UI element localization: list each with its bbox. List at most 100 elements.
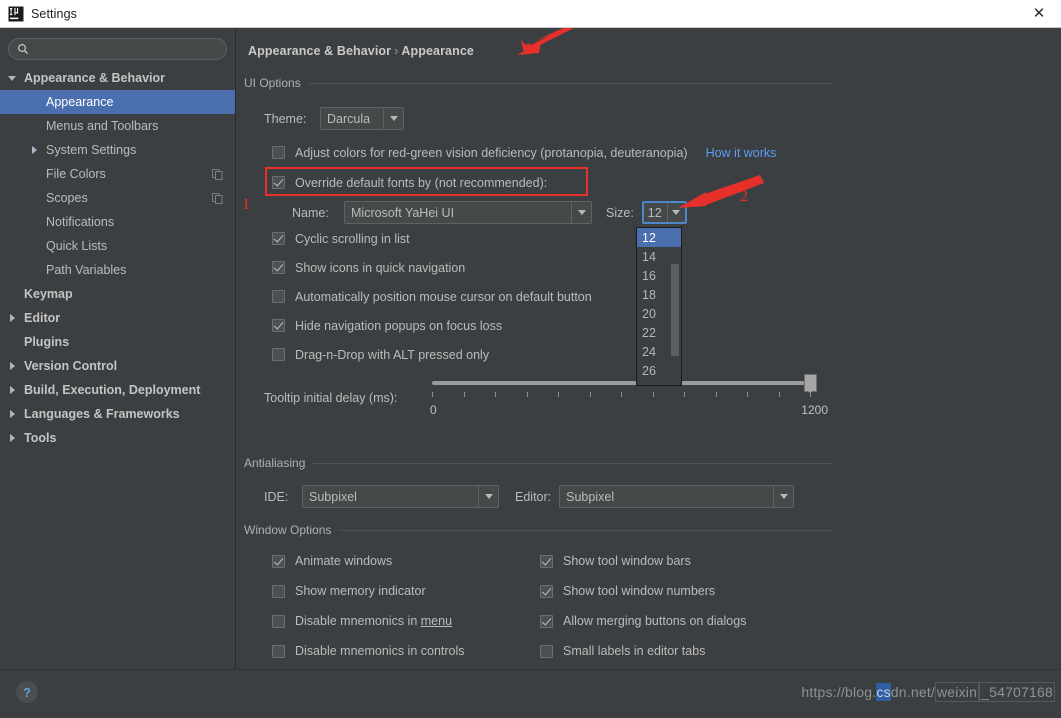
- window-options-title-label: Window Options: [244, 523, 332, 537]
- option-animate-windows[interactable]: Animate windows: [272, 546, 465, 576]
- dialog-footer: ? https://blog.csdn.net/weixin _54707168: [0, 669, 1061, 718]
- option-show-icons-in-quick-navigation[interactable]: Show icons in quick navigation: [272, 253, 592, 282]
- slider-knob[interactable]: [804, 374, 817, 393]
- sidebar-item-label: Scopes: [46, 191, 88, 205]
- option-hide-navigation-popups-on-focus-loss-label: Hide navigation popups on focus loss: [295, 318, 503, 333]
- option-hide-navigation-popups-on-focus-loss-checkbox[interactable]: [272, 319, 285, 332]
- sidebar-item-keymap[interactable]: Keymap: [0, 282, 235, 306]
- annotation-marker-2: 2: [740, 188, 748, 205]
- chevron-right-icon[interactable]: [6, 360, 19, 373]
- chevron-right-icon[interactable]: [6, 408, 19, 421]
- dialog-content: Appearance & Behavior Appearance Menus and…: [0, 28, 1061, 669]
- adjust-colors-checkbox[interactable]: [272, 146, 285, 159]
- chevron-down-icon[interactable]: [383, 108, 403, 129]
- sidebar-item-path-variables[interactable]: Path Variables: [0, 258, 235, 282]
- option-small-labels-in-editor-tabs-checkbox[interactable]: [540, 644, 553, 658]
- chevron-down-icon[interactable]: [478, 486, 498, 507]
- window-options-title: Window Options: [244, 523, 832, 537]
- option-disable-mnemonics-in-menu-checkbox[interactable]: [272, 614, 285, 628]
- tooltip-delay-slider[interactable]: 0 1200: [430, 373, 828, 417]
- sidebar-item-editor[interactable]: Editor: [0, 306, 235, 330]
- theme-combobox[interactable]: Darcula: [320, 107, 404, 130]
- copy-icon[interactable]: [212, 168, 223, 180]
- sidebar-item-system-settings[interactable]: System Settings: [0, 138, 235, 162]
- font-size-label: Size:: [606, 205, 634, 220]
- slider-tick: [652, 392, 654, 397]
- option-hide-navigation-popups-on-focus-loss[interactable]: Hide navigation popups on focus loss: [272, 311, 592, 340]
- sidebar-item-tools[interactable]: Tools: [0, 426, 235, 450]
- option-disable-mnemonics-in-menu[interactable]: Disable mnemonics in menu: [272, 606, 465, 636]
- font-size-combobox[interactable]: 12: [641, 201, 687, 224]
- antialiasing-ide-combobox[interactable]: Subpixel: [302, 485, 499, 508]
- option-disable-mnemonics-in-controls-label: Disable mnemonics in controls: [295, 644, 465, 658]
- sidebar-item-quick-lists[interactable]: Quick Lists: [0, 234, 235, 258]
- sidebar-item-scopes[interactable]: Scopes: [0, 186, 235, 210]
- font-size-option-26[interactable]: 26: [637, 361, 681, 380]
- how-it-works-link[interactable]: How it works: [706, 146, 777, 160]
- chevron-down-icon[interactable]: [773, 486, 793, 507]
- sidebar-item-appearance-behavior[interactable]: Appearance & Behavior: [0, 66, 235, 90]
- option-cyclic-scrolling-in-list-checkbox[interactable]: [272, 232, 285, 245]
- option-automatically-position-mouse-cursor-on-default-button-checkbox[interactable]: [272, 290, 285, 303]
- adjust-colors-row[interactable]: Adjust colors for red-green vision defic…: [272, 138, 776, 167]
- sidebar-item-appearance[interactable]: Appearance: [0, 90, 235, 114]
- option-disable-mnemonics-in-controls-checkbox[interactable]: [272, 644, 285, 658]
- chevron-right-icon[interactable]: [6, 432, 19, 445]
- popup-scrollbar-thumb[interactable]: [671, 264, 679, 356]
- sidebar-item-plugins[interactable]: Plugins: [0, 330, 235, 354]
- option-show-icons-in-quick-navigation-checkbox[interactable]: [272, 261, 285, 274]
- option-show-tool-window-bars[interactable]: Show tool window bars: [540, 546, 746, 576]
- option-allow-merging-buttons-on-dialogs[interactable]: Allow merging buttons on dialogs: [540, 606, 746, 636]
- slider-max-label: 1200: [801, 403, 828, 417]
- override-fonts-row[interactable]: Override default fonts by (not recommend…: [272, 168, 547, 197]
- font-name-combobox[interactable]: Microsoft YaHei UI: [344, 201, 592, 224]
- sidebar-item-build-execution-deployment[interactable]: Build, Execution, Deployment: [0, 378, 235, 402]
- chevron-right-icon[interactable]: [6, 312, 19, 325]
- option-animate-windows-checkbox[interactable]: [272, 554, 285, 568]
- slider-track[interactable]: [432, 381, 814, 385]
- option-cyclic-scrolling-in-list[interactable]: Cyclic scrolling in list: [272, 224, 592, 253]
- sidebar-item-notifications[interactable]: Notifications: [0, 210, 235, 234]
- sidebar-item-label: Languages & Frameworks: [24, 407, 180, 421]
- font-size-dropdown-popup[interactable]: 12 14 16 18 20 22 24 26: [636, 227, 682, 386]
- option-show-tool-window-numbers[interactable]: Show tool window numbers: [540, 576, 746, 606]
- slider-tick: [526, 392, 528, 397]
- option-show-tool-window-numbers-checkbox[interactable]: [540, 584, 553, 598]
- sidebar-item-file-colors[interactable]: File Colors: [0, 162, 235, 186]
- settings-sidebar: Appearance & Behavior Appearance Menus and…: [0, 28, 236, 669]
- sidebar-item-version-control[interactable]: Version Control: [0, 354, 235, 378]
- sidebar-item-menus-and-toolbars[interactable]: Menus and Toolbars: [0, 114, 235, 138]
- option-show-tool-window-bars-checkbox[interactable]: [540, 554, 553, 568]
- chevron-down-icon[interactable]: [6, 72, 19, 85]
- slider-tick: [715, 392, 717, 397]
- font-size-option-12[interactable]: 12: [637, 228, 681, 247]
- search-box[interactable]: [8, 38, 227, 60]
- antialiasing-editor-combobox[interactable]: Subpixel: [559, 485, 795, 508]
- sidebar-item-languages-frameworks[interactable]: Languages & Frameworks: [0, 402, 235, 426]
- option-drag-n-drop-with-alt-pressed-only-checkbox[interactable]: [272, 348, 285, 361]
- option-allow-merging-buttons-on-dialogs-checkbox[interactable]: [540, 614, 553, 628]
- copy-icon[interactable]: [212, 192, 223, 204]
- chevron-right-icon[interactable]: [28, 144, 41, 157]
- option-show-memory-indicator-label: Show memory indicator: [295, 584, 426, 598]
- annotation-arrow-1: [517, 28, 574, 55]
- option-show-memory-indicator-checkbox[interactable]: [272, 584, 285, 598]
- option-automatically-position-mouse-cursor-on-default-button[interactable]: Automatically position mouse cursor on d…: [272, 282, 592, 311]
- search-input[interactable]: [33, 42, 218, 56]
- help-button[interactable]: ?: [16, 681, 38, 703]
- sidebar-item-label: Keymap: [24, 287, 73, 301]
- chevron-down-icon[interactable]: [571, 202, 591, 223]
- chevron-down-icon[interactable]: [666, 203, 685, 222]
- override-fonts-checkbox[interactable]: [272, 176, 285, 189]
- option-drag-n-drop-with-alt-pressed-only[interactable]: Drag-n-Drop with ALT pressed only: [272, 340, 592, 369]
- chevron-right-icon[interactable]: [6, 384, 19, 397]
- option-automatically-position-mouse-cursor-on-default-button-label: Automatically position mouse cursor on d…: [295, 289, 592, 304]
- breadcrumb-parent[interactable]: Appearance & Behavior: [248, 44, 391, 58]
- option-show-memory-indicator[interactable]: Show memory indicator: [272, 576, 465, 606]
- close-icon[interactable]: ✕: [1017, 0, 1061, 27]
